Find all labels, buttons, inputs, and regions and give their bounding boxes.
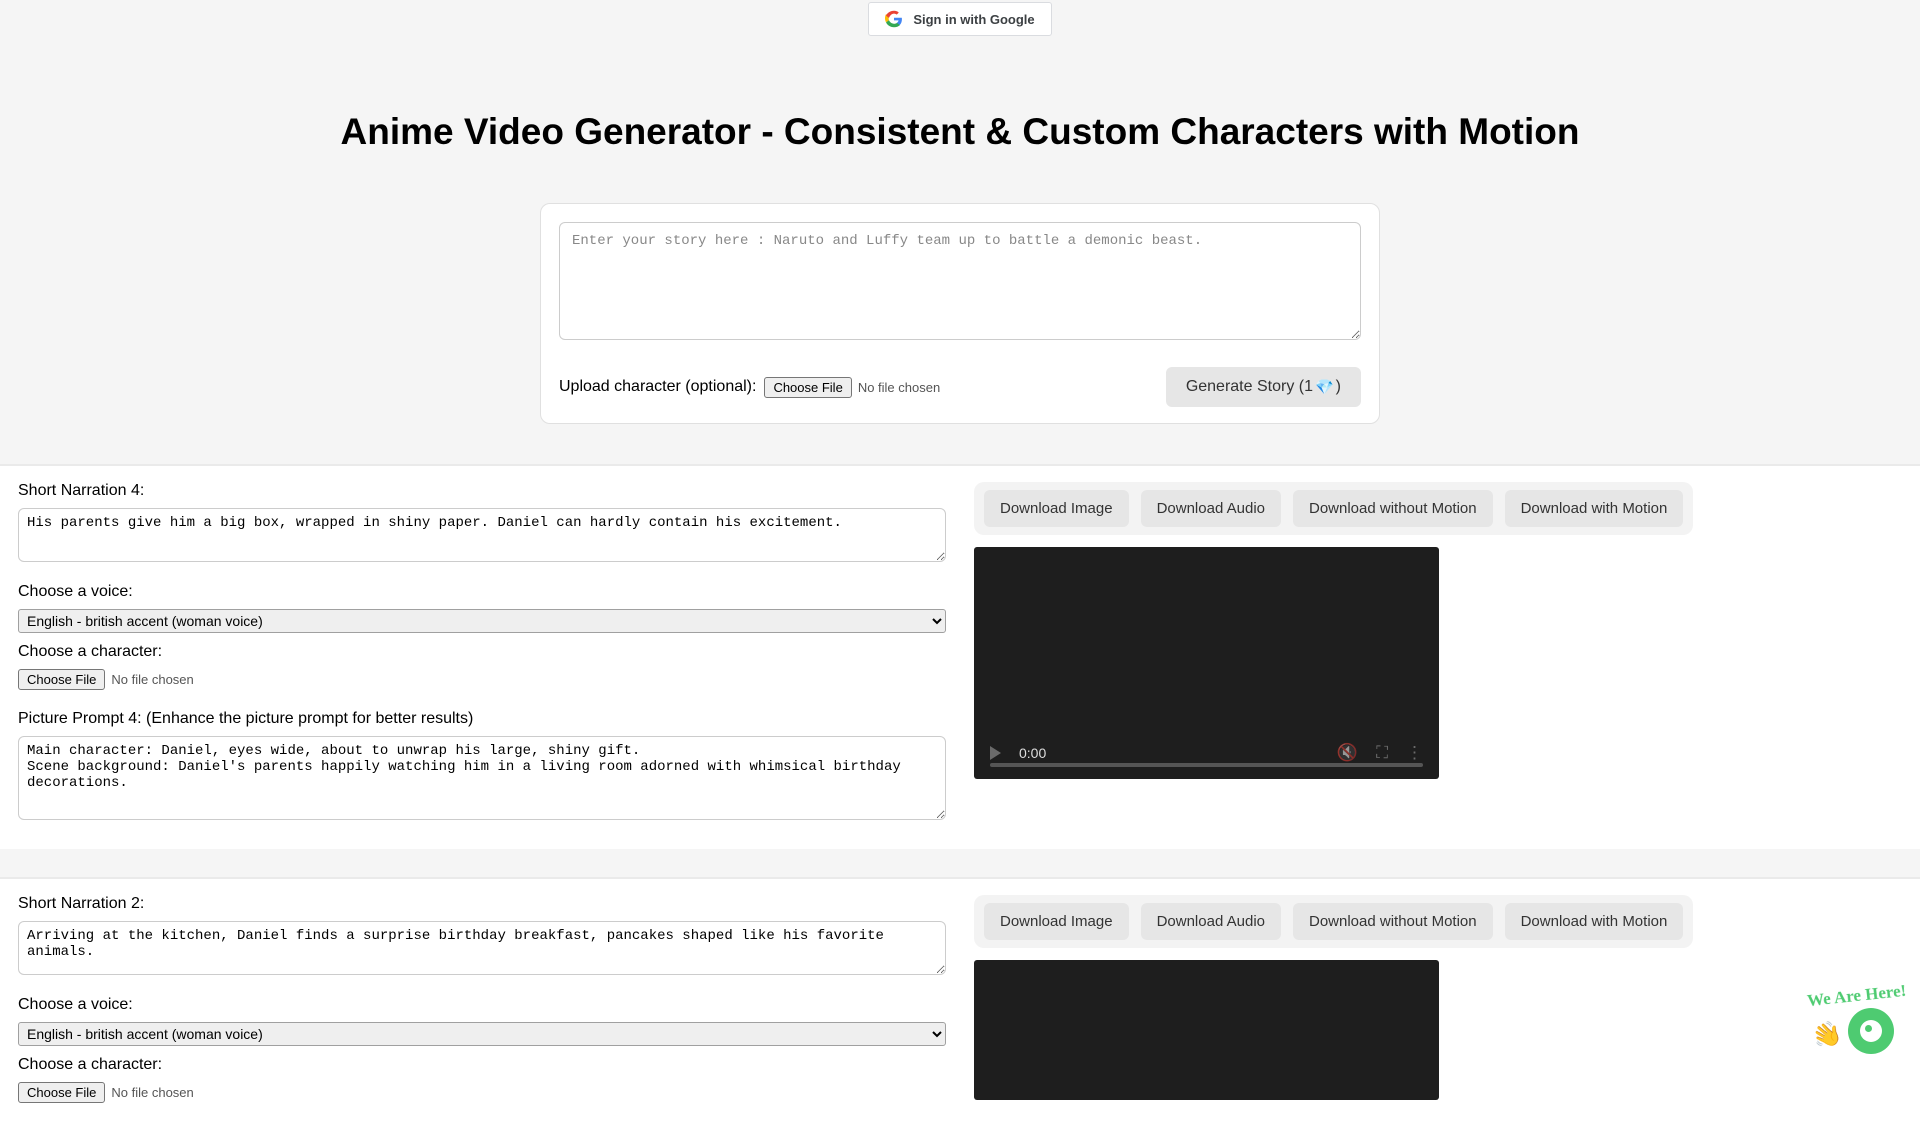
signin-google-label: Sign in with Google <box>913 12 1034 27</box>
download-image-button[interactable]: Download Image <box>984 490 1129 527</box>
mute-icon[interactable]: 🔇 <box>1337 743 1358 763</box>
page-title: Anime Video Generator - Consistent & Cus… <box>0 111 1920 153</box>
download-button-row: Download Image Download Audio Download w… <box>974 482 1693 535</box>
generate-story-button[interactable]: Generate Story (1 💎 ) <box>1166 367 1361 407</box>
scene-section: Short Narration 2: Choose a voice: Engli… <box>0 877 1920 1139</box>
signin-google-button[interactable]: Sign in with Google <box>868 2 1051 36</box>
google-logo-icon <box>885 10 903 28</box>
fullscreen-icon[interactable]: ⛶ <box>1376 743 1388 763</box>
character-label: Choose a character: <box>18 1056 946 1074</box>
download-with-motion-button[interactable]: Download with Motion <box>1505 490 1684 527</box>
download-audio-button[interactable]: Download Audio <box>1141 490 1281 527</box>
voice-label: Choose a voice: <box>18 996 946 1014</box>
more-icon[interactable]: ⋮ <box>1406 743 1423 763</box>
narration-label: Short Narration 2: <box>18 895 946 913</box>
story-input[interactable] <box>559 222 1361 340</box>
narration-input[interactable] <box>18 508 946 562</box>
voice-label: Choose a voice: <box>18 583 946 601</box>
generate-label-suffix: ) <box>1336 378 1341 396</box>
video-player[interactable]: 0:00 🔇 ⛶ ⋮ <box>974 547 1439 779</box>
character-no-file: No file chosen <box>111 672 193 687</box>
download-without-motion-button[interactable]: Download without Motion <box>1293 903 1493 940</box>
video-player[interactable] <box>974 960 1439 1100</box>
play-icon[interactable] <box>990 746 1001 760</box>
character-choose-file[interactable]: Choose File <box>18 1082 105 1103</box>
character-label: Choose a character: <box>18 643 946 661</box>
voice-select[interactable]: English - british accent (woman voice) <box>18 609 946 633</box>
narration-input[interactable] <box>18 921 946 975</box>
narration-label: Short Narration 4: <box>18 482 946 500</box>
character-no-file: No file chosen <box>111 1085 193 1100</box>
voice-select[interactable]: English - british accent (woman voice) <box>18 1022 946 1046</box>
scene-section: Short Narration 4: Choose a voice: Engli… <box>0 464 1920 849</box>
generate-label-prefix: Generate Story (1 <box>1186 378 1313 396</box>
download-with-motion-button[interactable]: Download with Motion <box>1505 903 1684 940</box>
picture-prompt-input[interactable] <box>18 736 946 820</box>
gem-icon: 💎 <box>1315 378 1334 396</box>
upload-character-choose-file[interactable]: Choose File <box>764 377 851 398</box>
upload-character-label: Upload character (optional): <box>559 378 756 396</box>
upload-character-no-file: No file chosen <box>858 380 940 395</box>
chat-widget-button[interactable] <box>1848 1008 1894 1054</box>
video-controls: 0:00 🔇 ⛶ ⋮ <box>974 727 1439 779</box>
download-without-motion-button[interactable]: Download without Motion <box>1293 490 1493 527</box>
video-time: 0:00 <box>1019 745 1046 761</box>
video-progress-track[interactable] <box>990 763 1423 767</box>
picture-prompt-label: Picture Prompt 4: (Enhance the picture p… <box>18 710 946 728</box>
download-image-button[interactable]: Download Image <box>984 903 1129 940</box>
download-button-row: Download Image Download Audio Download w… <box>974 895 1693 948</box>
character-choose-file[interactable]: Choose File <box>18 669 105 690</box>
story-card: Upload character (optional): Choose File… <box>540 203 1380 424</box>
chat-avatar-icon <box>1860 1020 1882 1042</box>
download-audio-button[interactable]: Download Audio <box>1141 903 1281 940</box>
